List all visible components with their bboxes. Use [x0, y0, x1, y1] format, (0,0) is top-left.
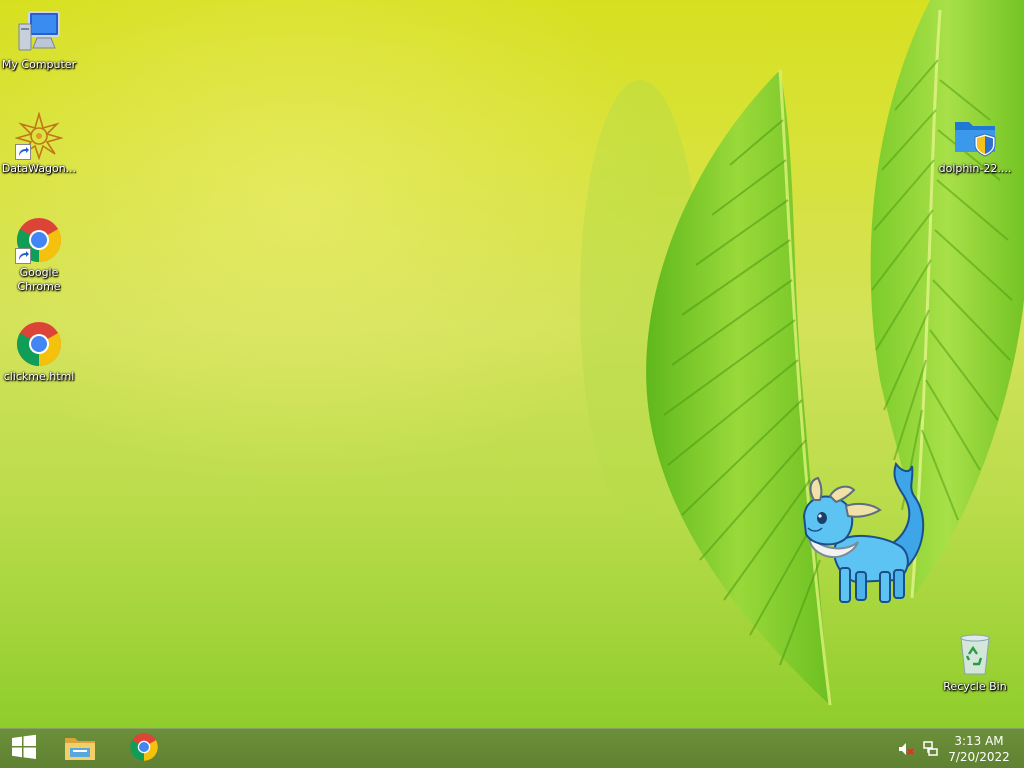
recycle-bin-icon: [951, 630, 999, 678]
desktop-icon-label: Google Chrome: [17, 266, 61, 293]
datawagon-icon: [14, 111, 64, 161]
desktop-icon-clickme-html[interactable]: clickme.html: [1, 320, 77, 384]
desktop-icon-label: dolphin-22....: [938, 162, 1012, 175]
desktop-icon-datawagon[interactable]: DataWagon...: [1, 111, 77, 176]
file-explorer-icon: [63, 732, 97, 766]
taskbar-clock[interactable]: 3:13 AM 7/20/2022: [948, 733, 1010, 765]
taskbar: 3:13 AM 7/20/2022: [0, 728, 1024, 768]
clock-date: 7/20/2022: [948, 750, 1010, 764]
taskbar-chrome-button[interactable]: [120, 731, 168, 767]
vaporeon-sprite-icon[interactable]: [796, 456, 936, 612]
desktop-icon-label: My Computer: [1, 58, 77, 71]
start-button[interactable]: [0, 731, 48, 767]
desktop-icon-label: DataWagon...: [1, 162, 77, 175]
clock-time: 3:13 AM: [954, 734, 1004, 748]
shortcut-arrow-icon: [15, 248, 31, 264]
desktop-icon-label: Recycle Bin: [943, 680, 1007, 693]
network-icon[interactable]: [921, 740, 939, 758]
computer-icon: [15, 8, 63, 56]
desktop-icon-recycle-bin[interactable]: Recycle Bin: [937, 630, 1013, 694]
volume-muted-icon[interactable]: [897, 740, 915, 758]
shortcut-arrow-icon: [15, 144, 31, 160]
desktop-icon-my-computer[interactable]: My Computer: [1, 8, 77, 72]
folder-shield-icon: [951, 112, 999, 160]
chrome-icon: [15, 320, 63, 368]
desktop-icon-label: clickme.html: [3, 370, 75, 383]
wallpaper-leaves: [580, 0, 1024, 706]
desktop-icon-dolphin-folder[interactable]: dolphin-22....: [937, 112, 1013, 176]
desktop[interactable]: My Computer DataWagon... Google Chrome c…: [0, 0, 1024, 728]
desktop-icon-google-chrome[interactable]: Google Chrome: [1, 216, 77, 294]
taskbar-file-explorer-button[interactable]: [56, 731, 104, 767]
chrome-icon: [129, 732, 159, 766]
chrome-icon: [15, 216, 63, 264]
windows-start-icon: [11, 734, 37, 764]
